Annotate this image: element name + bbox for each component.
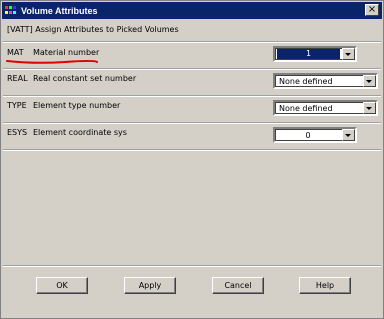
element-type-value: None defined <box>279 104 333 113</box>
chevron-down-icon[interactable] <box>363 102 376 114</box>
red-annotation-underline <box>6 60 98 64</box>
divider <box>3 149 381 151</box>
app-icon <box>5 5 17 16</box>
material-number-select[interactable]: 1 <box>273 46 357 62</box>
element-coord-sys-select[interactable]: 0 <box>273 127 357 143</box>
mat-description: Material number <box>33 48 100 57</box>
chevron-down-icon[interactable] <box>342 48 355 60</box>
close-button[interactable]: × <box>365 4 379 16</box>
type-label: TYPE Element type number <box>7 101 120 110</box>
apply-button[interactable]: Apply <box>124 277 176 294</box>
volume-attributes-dialog: Volume Attributes × [VATT] Assign Attrib… <box>0 0 384 319</box>
chevron-down-icon[interactable] <box>363 75 376 87</box>
cancel-button[interactable]: Cancel <box>212 277 264 294</box>
chevron-down-icon[interactable] <box>342 129 355 141</box>
real-description: Real constant set number <box>33 74 137 83</box>
real-code: REAL <box>7 74 28 83</box>
real-label: REAL Real constant set number <box>7 74 136 83</box>
divider <box>3 122 381 124</box>
esys-code: ESYS <box>7 128 28 137</box>
element-coord-sys-value: 0 <box>305 131 311 140</box>
divider <box>3 265 381 267</box>
mat-code: MAT <box>7 48 24 57</box>
divider <box>3 41 381 43</box>
mat-label: MAT Material number <box>7 48 99 57</box>
window-title: Volume Attributes <box>21 5 98 16</box>
divider <box>3 95 381 97</box>
divider <box>3 68 381 70</box>
ok-button[interactable]: OK <box>36 277 88 294</box>
close-icon: × <box>367 4 377 15</box>
type-code: TYPE <box>7 101 27 110</box>
title-bar[interactable]: Volume Attributes × <box>2 2 382 19</box>
real-constant-value: None defined <box>279 77 333 86</box>
material-number-value: 1 <box>277 49 340 59</box>
type-description: Element type number <box>33 101 121 110</box>
help-button[interactable]: Help <box>299 277 351 294</box>
esys-label: ESYS Element coordinate sys <box>7 128 127 137</box>
esys-description: Element coordinate sys <box>33 128 127 137</box>
command-description: [VATT] Assign Attributes to Picked Volum… <box>7 25 179 34</box>
element-type-select[interactable]: None defined <box>273 100 378 116</box>
real-constant-select[interactable]: None defined <box>273 73 378 89</box>
